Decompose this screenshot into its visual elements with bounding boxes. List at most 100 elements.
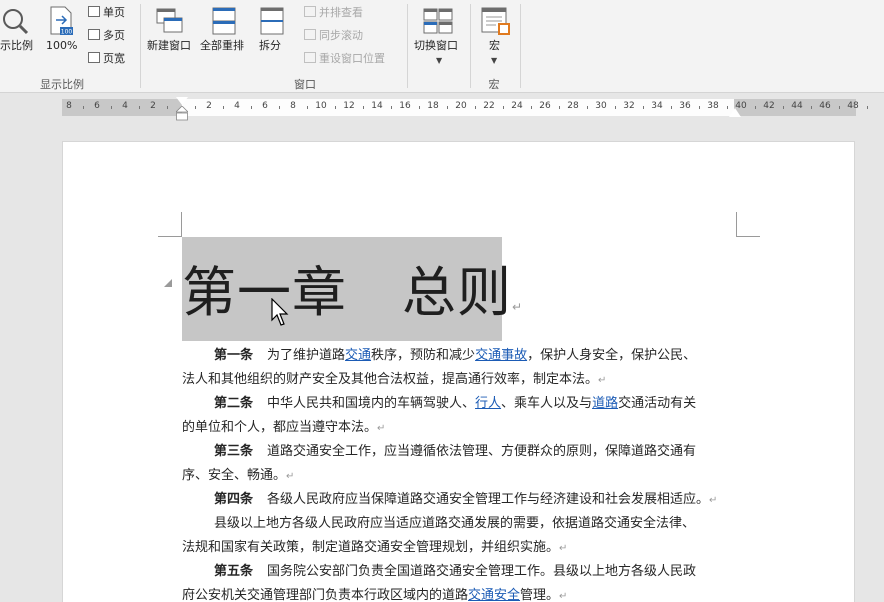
article-title: 第四条 (214, 492, 254, 507)
right-indent-marker[interactable] (729, 108, 741, 117)
article-title: 第五条 (214, 564, 254, 579)
hyperlink[interactable]: 道路 (592, 396, 618, 411)
one-page-button[interactable]: 单页 (88, 6, 125, 20)
article-title: 第一条 (214, 348, 254, 363)
synchronous-scrolling-button[interactable]: 同步滚动 (304, 29, 363, 43)
zoom-100-badge: 100 (61, 29, 73, 36)
body-text: 、乘车人以及与 (501, 396, 593, 411)
sync-scroll-label: 同步滚动 (319, 29, 363, 42)
ruler-number: 46 (819, 101, 831, 111)
new-window-button[interactable]: 新建窗口 (147, 39, 191, 53)
collapse-heading-icon[interactable] (164, 279, 172, 287)
paragraph-article-4-part-2-line-2[interactable]: 法规和国家有关政策，制定道路交通安全管理规划，并组织实施。↵ (182, 538, 567, 559)
page-width-icon (88, 52, 100, 63)
paragraph-article-3[interactable]: 第三条 道路交通安全工作，应当遵循依法管理、方便群众的原则，保障道路交通有 (214, 442, 696, 462)
hyperlink[interactable]: 行人 (475, 396, 501, 411)
ruler-tick (111, 106, 112, 109)
paragraph-mark: ↵ (559, 591, 568, 602)
macros-button[interactable]: 宏 (489, 39, 500, 53)
paragraph-article-4-part-2[interactable]: 县级以上地方各级人民政府应当适应道路交通发展的需要，依据道路交通安全法律、 (214, 514, 695, 534)
left-indent-marker[interactable] (175, 105, 189, 121)
ruler-tick (195, 106, 196, 109)
ruler-tick (671, 106, 672, 109)
ruler-tick (867, 106, 868, 109)
paragraph-article-1[interactable]: 第一条 为了维护道路交通秩序，预防和减少交通事故，保护人身安全，保护公民、 (214, 346, 696, 366)
ruler-number: 16 (399, 101, 411, 111)
paragraph-article-1-line-2[interactable]: 法人和其他组织的财产安全及其他合法权益，提高通行效率，制定本法。↵ (182, 370, 606, 391)
ruler-tick (167, 106, 168, 109)
body-text: 交通活动有关 (618, 396, 697, 411)
sync-scroll-icon (304, 29, 316, 40)
ruler-number: 24 (511, 101, 523, 111)
body-text: 法规和国家有关政策，制定道路交通安全管理规划，并组织实施。 (182, 540, 560, 555)
group-label-window: 窗口 (294, 78, 316, 91)
ruler-number: 20 (455, 101, 467, 111)
ruler-tick (727, 106, 728, 109)
ruler-tick (223, 106, 224, 109)
split-icon[interactable] (259, 6, 285, 36)
ruler-tick (643, 106, 644, 109)
chapter-heading[interactable]: 第一章 总则↵ (182, 258, 523, 342)
zoom-100-button[interactable]: 100% (46, 39, 77, 53)
side-by-side-icon (304, 6, 316, 17)
switch-windows-dropdown-icon[interactable]: ▼ (436, 56, 442, 65)
paragraph-article-2[interactable]: 第二条 中华人民共和国境内的车辆驾驶人、行人、乘车人以及与道路交通活动有关 (214, 394, 696, 414)
reset-position-label: 重设窗口位置 (319, 52, 385, 65)
ruler-number: 4 (234, 101, 240, 111)
zoom-icon[interactable] (0, 6, 30, 36)
ruler-number: 22 (483, 101, 495, 111)
page-width-button[interactable]: 页宽 (88, 52, 125, 66)
zoom-button-label[interactable]: 示比例 (0, 39, 33, 53)
ruler-number: 10 (315, 101, 327, 111)
view-side-by-side-button[interactable]: 并排查看 (304, 6, 363, 20)
body-text: 法人和其他组织的财产安全及其他合法权益，提高通行效率，制定本法。 (182, 372, 599, 387)
body-text: 秩序，预防和减少 (371, 348, 476, 363)
switch-windows-icon[interactable] (422, 6, 454, 36)
hyperlink[interactable]: 交通事故 (475, 348, 527, 363)
ruler-number: 44 (791, 101, 803, 111)
ruler-number: 14 (371, 101, 383, 111)
body-text: 县级以上地方各级人民政府应当适应道路交通发展的需要，依据道路交通安全法律、 (214, 516, 696, 531)
new-window-icon[interactable] (155, 6, 185, 36)
body-text: 国务院公安部门负责全国道路交通安全管理工作。县级以上地方各级人民政 (267, 564, 697, 579)
arrange-all-button[interactable]: 全部重排 (200, 39, 244, 53)
ruler-tick (615, 106, 616, 109)
ruler-tick (251, 106, 252, 109)
ruler-tick (419, 106, 420, 109)
crop-mark-top-left (158, 236, 182, 237)
ruler-number: 8 (290, 101, 296, 111)
multiple-pages-label: 多页 (103, 29, 125, 42)
reset-window-position-button[interactable]: 重设窗口位置 (304, 52, 385, 66)
multiple-pages-button[interactable]: 多页 (88, 29, 125, 43)
body-text: 的单位和个人，都应当遵守本法。 (182, 420, 378, 435)
ruler-number: 18 (427, 101, 439, 111)
paragraph-article-5-line-2[interactable]: 府公安机关交通管理部门负责本行政区域内的道路交通安全管理。↵ (182, 586, 567, 602)
ruler-tick (755, 106, 756, 109)
group-separator (140, 4, 141, 88)
ruler-number: 8 (66, 101, 72, 111)
chapter-heading-text[interactable]: 第一章 总则 (182, 261, 512, 324)
ruler-number: 2 (206, 101, 212, 111)
hyperlink[interactable]: 交通 (345, 348, 371, 363)
paragraph-article-2-line-2[interactable]: 的单位和个人，都应当遵守本法。↵ (182, 418, 385, 439)
paragraph-article-3-line-2[interactable]: 序、安全、畅通。↵ (182, 466, 294, 487)
split-button[interactable]: 拆分 (259, 39, 281, 53)
switch-windows-button[interactable]: 切换窗口 (414, 39, 458, 53)
ruler-number: 28 (567, 101, 579, 111)
macros-dropdown-icon[interactable]: ▼ (491, 56, 497, 65)
ruler-tick (587, 106, 588, 109)
ruler-tick (475, 106, 476, 109)
paragraph-article-4[interactable]: 第四条 各级人民政府应当保障道路交通安全管理工作与经济建设和社会发展相适应。↵ (214, 490, 717, 511)
ruler-tick (307, 106, 308, 109)
macros-icon[interactable] (480, 6, 512, 36)
ruler-number: 34 (651, 101, 663, 111)
ruler-number: 42 (763, 101, 775, 111)
first-line-indent-marker[interactable] (176, 97, 188, 105)
hyperlink[interactable]: 交通安全 (468, 588, 520, 602)
ruler-number: 38 (707, 101, 719, 111)
arrange-all-icon[interactable] (211, 6, 237, 36)
ruler-tick (531, 106, 532, 109)
paragraph-article-5[interactable]: 第五条 国务院公安部门负责全国道路交通安全管理工作。县级以上地方各级人民政 (214, 562, 696, 582)
paragraph-mark: ↵ (709, 495, 718, 506)
zoom-100-icon[interactable]: 100 (48, 6, 76, 36)
